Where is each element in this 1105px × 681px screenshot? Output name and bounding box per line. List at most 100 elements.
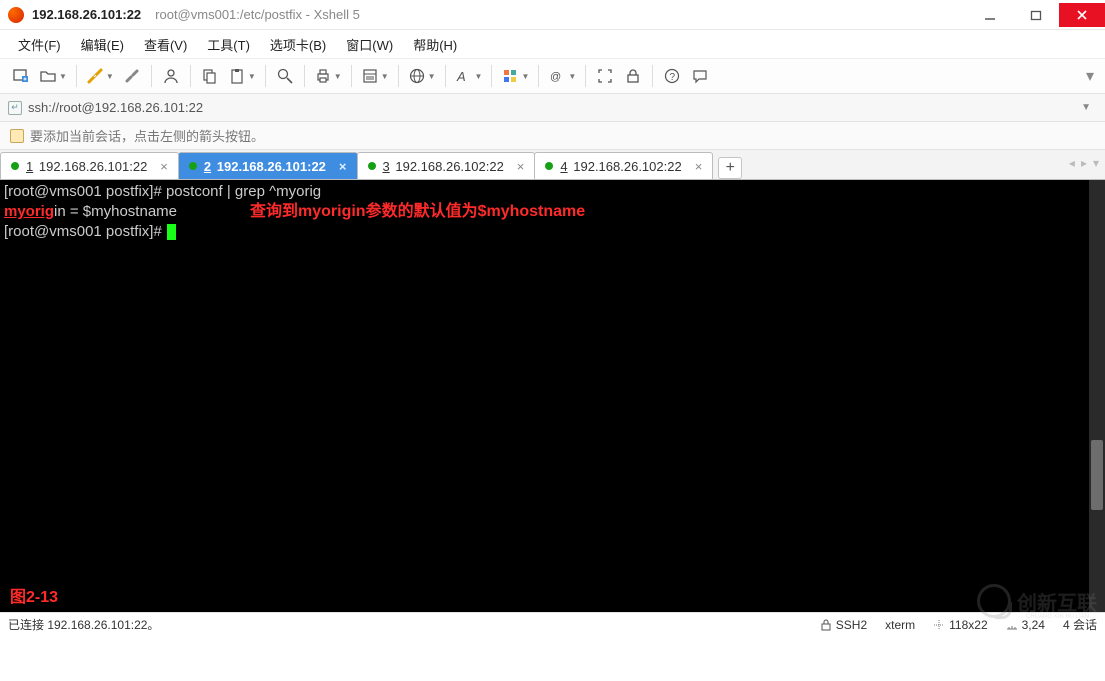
menu-window[interactable]: 窗口(W) — [338, 32, 401, 57]
chat-button[interactable] — [687, 62, 713, 90]
cursor — [167, 224, 176, 240]
properties-icon — [361, 67, 379, 85]
menu-tools[interactable]: 工具(T) — [199, 32, 258, 57]
chat-icon — [691, 67, 709, 85]
print-icon — [314, 67, 332, 85]
tab-scroll[interactable]: ◂▸▾ — [1069, 156, 1099, 170]
session-tab-4[interactable]: 4 192.168.26.102:22 × — [534, 152, 713, 179]
chevron-down-icon: ▼ — [381, 72, 389, 81]
status-size: 118x22 — [933, 618, 987, 632]
session-tab-2[interactable]: 2 192.168.26.101:22 × — [178, 152, 358, 179]
status-bar: 已连接 192.168.26.101:22。 SSH2 xterm 118x22… — [0, 612, 1105, 636]
tab-label: 192.168.26.102:22 — [573, 159, 681, 174]
profile-button[interactable] — [158, 62, 184, 90]
chevron-down-icon: ▼ — [59, 72, 67, 81]
separator — [491, 65, 492, 87]
chevron-down-icon: ▼ — [428, 72, 436, 81]
print-button[interactable]: ▼ — [311, 62, 345, 90]
new-session-button[interactable] — [8, 62, 34, 90]
maximize-icon — [1030, 9, 1042, 21]
terminal-scrollbar[interactable] — [1089, 180, 1105, 612]
toolbar-overflow[interactable]: ▾ — [1083, 66, 1097, 86]
copy-button[interactable] — [197, 62, 223, 90]
hint-text: 要添加当前会话，点击左侧的箭头按钮。 — [30, 126, 264, 145]
new-session-icon — [12, 67, 30, 85]
chevron-down-icon: ▼ — [334, 72, 342, 81]
title-path: root@vms001:/etc/postfix - Xshell 5 — [155, 7, 360, 22]
tab-index: 4 — [560, 159, 567, 174]
properties-button[interactable]: ▼ — [358, 62, 392, 90]
tab-close-icon[interactable]: × — [695, 159, 703, 174]
menu-view[interactable]: 查看(V) — [136, 32, 195, 57]
chevron-right-icon: ▸ — [1081, 156, 1087, 170]
separator — [151, 65, 152, 87]
address-url[interactable]: ssh://root@192.168.26.101:22 — [28, 100, 203, 115]
svg-text:A: A — [456, 69, 466, 84]
tab-close-icon[interactable]: × — [339, 159, 347, 174]
color-icon — [501, 67, 519, 85]
fullscreen-button[interactable] — [592, 62, 618, 90]
tab-strip: 1 192.168.26.101:22 × 2 192.168.26.101:2… — [0, 150, 1105, 180]
separator — [445, 65, 446, 87]
color-button[interactable]: ▼ — [498, 62, 532, 90]
separator — [585, 65, 586, 87]
disconnect-button[interactable] — [119, 62, 145, 90]
ruler-icon — [1006, 619, 1018, 631]
menu-tabs[interactable]: 选项卡(B) — [262, 32, 334, 57]
paste-button[interactable]: ▼ — [225, 62, 259, 90]
tab-label: 192.168.26.102:22 — [395, 159, 503, 174]
tab-close-icon[interactable]: × — [160, 159, 168, 174]
scrollbar-thumb[interactable] — [1091, 440, 1103, 510]
find-icon — [276, 67, 294, 85]
menu-edit[interactable]: 编辑(E) — [73, 32, 132, 57]
tab-close-icon[interactable]: × — [517, 159, 525, 174]
svg-text:?: ? — [670, 72, 676, 83]
help-icon: ? — [663, 67, 681, 85]
chevron-down-icon: ▼ — [568, 72, 576, 81]
menu-help[interactable]: 帮助(H) — [405, 32, 465, 57]
globe-icon — [408, 67, 426, 85]
app-icon — [8, 7, 24, 23]
close-button[interactable] — [1059, 3, 1105, 27]
session-tab-1[interactable]: 1 192.168.26.101:22 × — [0, 152, 179, 179]
toolbar: ▼ ▼ ▼ ▼ ▼ ▼ A▼ ▼ @▼ ? ▾ — [0, 58, 1105, 94]
status-term: xterm — [885, 618, 915, 632]
lock-icon — [820, 619, 832, 631]
profile-icon — [162, 67, 180, 85]
connect-button[interactable]: ▼ — [83, 62, 117, 90]
watermark: 创新互联 CHUANG XIN HU LIAN — [977, 584, 1097, 618]
address-dropdown[interactable]: ▼ — [1075, 102, 1097, 113]
status-dot-icon — [11, 162, 19, 170]
menubar: 文件(F) 编辑(E) 查看(V) 工具(T) 选项卡(B) 窗口(W) 帮助(… — [0, 30, 1105, 58]
font-button[interactable]: A▼ — [452, 62, 486, 90]
grep-match: myorig — [4, 203, 54, 220]
minimize-button[interactable] — [967, 3, 1013, 27]
lock-button[interactable] — [620, 62, 646, 90]
separator — [398, 65, 399, 87]
session-tab-3[interactable]: 3 192.168.26.102:22 × — [357, 152, 536, 179]
prompt: [root@vms001 postfix]# — [4, 183, 166, 200]
maximize-button[interactable] — [1013, 3, 1059, 27]
status-protocol: SSH2 — [820, 618, 867, 632]
annotation-text: 查询到myorigin参数的默认值为$myhostname — [250, 202, 585, 222]
open-button[interactable]: ▼ — [36, 62, 70, 90]
globe-button[interactable]: ▼ — [405, 62, 439, 90]
separator — [265, 65, 266, 87]
hint-icon — [10, 129, 24, 143]
find-button[interactable] — [272, 62, 298, 90]
watermark-brand: 创新互联 — [1017, 587, 1097, 616]
terminal[interactable]: [root@vms001 postfix]# postconf | grep ^… — [0, 180, 1105, 612]
svg-text:@: @ — [550, 71, 561, 83]
help-button[interactable]: ? — [659, 62, 685, 90]
watermark-logo-icon — [977, 584, 1011, 618]
output-text: in = $myhostname — [54, 203, 177, 220]
encoding-icon: @ — [548, 67, 566, 85]
separator — [76, 65, 77, 87]
menu-file[interactable]: 文件(F) — [10, 32, 69, 57]
fullscreen-icon — [596, 67, 614, 85]
chevron-left-icon: ◂ — [1069, 156, 1075, 170]
new-tab-button[interactable]: + — [718, 157, 742, 179]
encoding-button[interactable]: @▼ — [545, 62, 579, 90]
close-icon — [1076, 9, 1088, 21]
tab-label: 192.168.26.101:22 — [39, 159, 147, 174]
